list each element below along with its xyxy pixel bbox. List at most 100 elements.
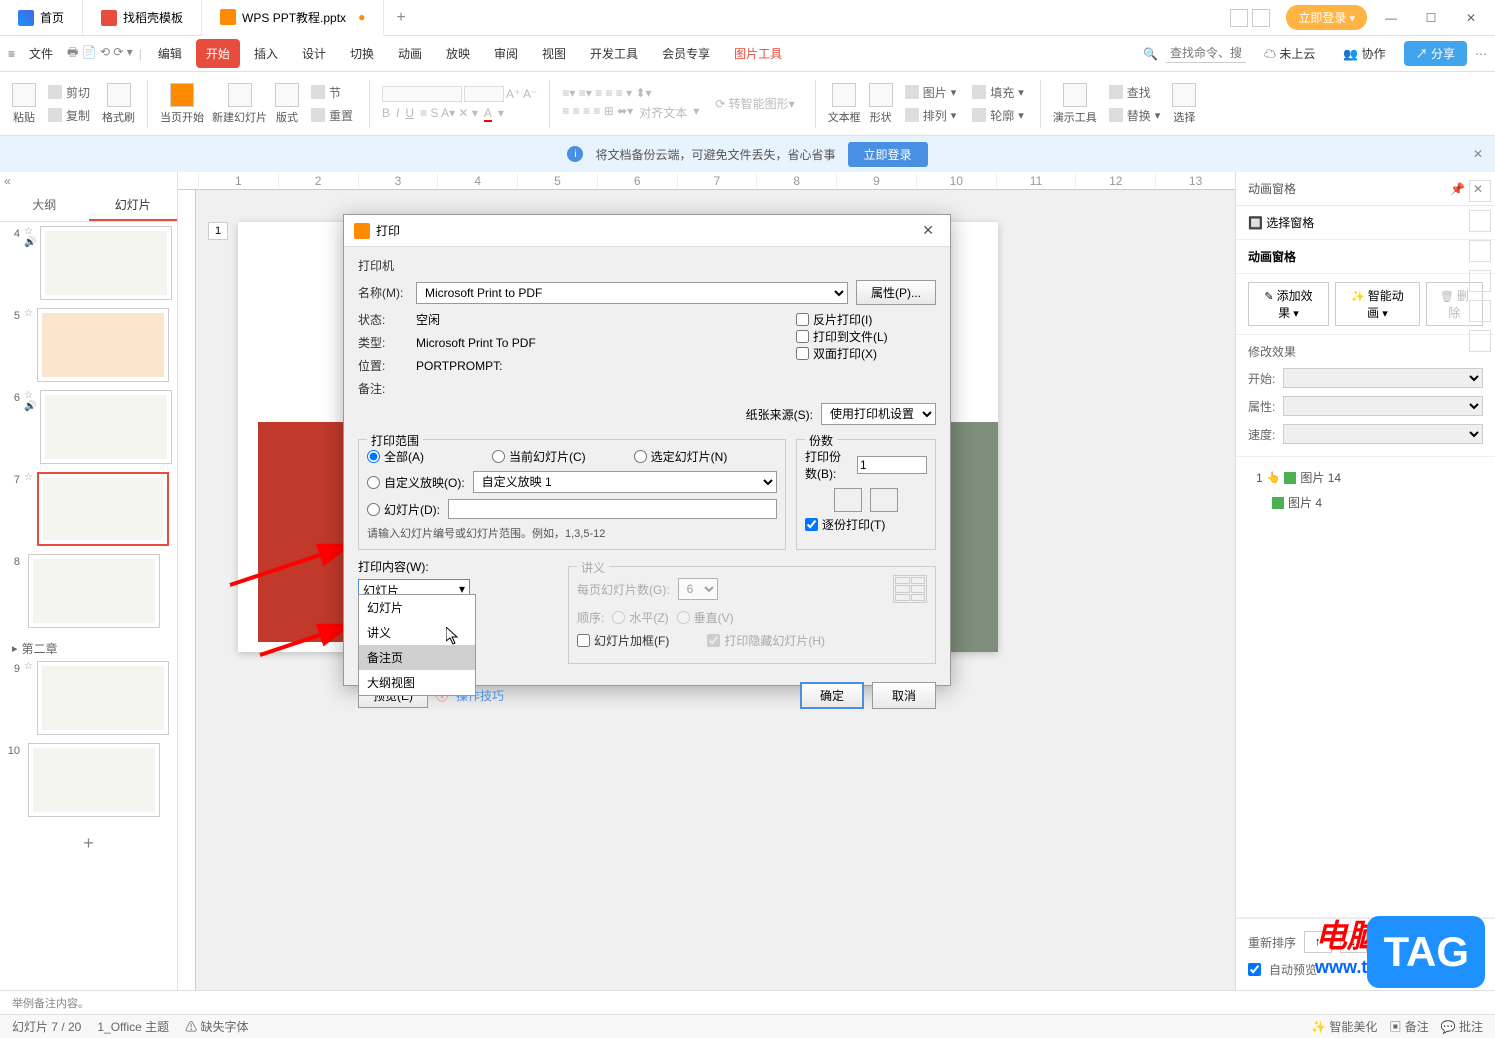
- slide-thumb-9[interactable]: 9☆: [4, 661, 173, 735]
- menu-member[interactable]: 会员专享: [652, 39, 720, 68]
- cut-button[interactable]: 剪切: [44, 82, 94, 103]
- status-missing-font[interactable]: ⚠ 缺失字体: [185, 1018, 248, 1035]
- notes-toggle[interactable]: ▣ 备注: [1389, 1018, 1428, 1035]
- add-slide-button[interactable]: +: [4, 825, 173, 862]
- section-button[interactable]: 节: [307, 82, 357, 103]
- smart-graphic-button[interactable]: ⟳ 转智能图形▾: [707, 95, 802, 112]
- menu-animation[interactable]: 动画: [388, 39, 432, 68]
- side-icon-3[interactable]: [1469, 240, 1491, 262]
- smart-anim-button[interactable]: ✨ 智能动画 ▾: [1335, 282, 1420, 326]
- start-select[interactable]: [1283, 368, 1483, 388]
- menu-view[interactable]: 视图: [532, 39, 576, 68]
- copies-spinner[interactable]: [857, 456, 927, 474]
- slide-thumb-5[interactable]: 5☆: [4, 308, 173, 382]
- layout-button[interactable]: 版式: [275, 83, 299, 125]
- paste-button[interactable]: 粘贴: [12, 83, 36, 125]
- ok-button[interactable]: 确定: [800, 682, 864, 709]
- side-icon-1[interactable]: [1469, 180, 1491, 202]
- anim-tree-item[interactable]: 图片 4: [1248, 490, 1483, 515]
- custom-show-select[interactable]: 自定义放映 1: [473, 471, 777, 493]
- app-menu-icon[interactable]: ≡: [8, 47, 15, 61]
- new-slide-button[interactable]: 新建幻灯片: [212, 83, 267, 125]
- maximize-button[interactable]: ☐: [1415, 6, 1447, 30]
- menu-devtools[interactable]: 开发工具: [580, 39, 648, 68]
- reverse-print-checkbox[interactable]: 反片打印(I): [796, 311, 936, 328]
- info-close-button[interactable]: ✕: [1473, 147, 1483, 161]
- menu-file[interactable]: 文件: [19, 39, 63, 68]
- find-button[interactable]: 查找: [1105, 82, 1165, 103]
- range-custom-radio[interactable]: 自定义放映(O):: [367, 474, 465, 491]
- side-icon-5[interactable]: [1469, 300, 1491, 322]
- slide-thumb-4[interactable]: 4☆🔊: [4, 226, 173, 300]
- tab-outline[interactable]: 大纲: [0, 190, 89, 221]
- pin-icon[interactable]: 📌: [1450, 182, 1465, 196]
- replace-button[interactable]: 替换▾: [1105, 105, 1165, 126]
- comments-toggle[interactable]: 💬 批注: [1441, 1018, 1483, 1035]
- demo-tools-button[interactable]: 演示工具: [1053, 83, 1097, 125]
- properties-button[interactable]: 属性(P)...: [856, 280, 936, 305]
- cancel-button[interactable]: 取消: [872, 682, 936, 709]
- collate-checkbox[interactable]: 逐份打印(T): [805, 516, 927, 533]
- speed-select[interactable]: [1283, 424, 1483, 444]
- arrange-button[interactable]: 排列▾: [901, 105, 961, 126]
- range-current-radio[interactable]: 当前幻灯片(C): [492, 448, 586, 465]
- menu-slideshow[interactable]: 放映: [436, 39, 480, 68]
- more-menu[interactable]: ⋯: [1475, 47, 1487, 61]
- shape-button[interactable]: 形状: [869, 83, 893, 125]
- paper-source-select[interactable]: 使用打印机设置: [821, 403, 936, 425]
- reset-button[interactable]: 重置: [307, 105, 357, 126]
- coop-button[interactable]: 👥 协作: [1333, 39, 1395, 68]
- tab-home[interactable]: 首页: [0, 0, 83, 36]
- info-login-button[interactable]: 立即登录: [848, 142, 928, 167]
- minimize-button[interactable]: —: [1375, 6, 1407, 30]
- range-slides-radio[interactable]: 幻灯片(D):: [367, 501, 440, 518]
- dd-outline-view[interactable]: 大纲视图: [359, 670, 475, 695]
- dd-slides[interactable]: 幻灯片: [359, 595, 475, 620]
- menu-transition[interactable]: 切换: [340, 39, 384, 68]
- side-icon-2[interactable]: [1469, 210, 1491, 232]
- from-current-button[interactable]: 当页开始: [160, 83, 204, 125]
- menu-picture-tools[interactable]: 图片工具: [724, 39, 792, 68]
- section-header[interactable]: ▸ 第二章: [4, 636, 173, 661]
- frame-checkbox[interactable]: 幻灯片加框(F): [577, 632, 669, 649]
- tab-slides[interactable]: 幻灯片: [89, 190, 178, 221]
- dialog-close-button[interactable]: ✕: [916, 222, 940, 239]
- menu-edit[interactable]: 编辑: [148, 39, 192, 68]
- property-select[interactable]: [1283, 396, 1483, 416]
- auto-preview-checkbox[interactable]: [1248, 963, 1261, 976]
- format-painter-button[interactable]: 格式刷: [102, 83, 135, 125]
- add-tab-button[interactable]: +: [384, 9, 417, 27]
- picture-button[interactable]: 图片▾: [901, 82, 961, 103]
- cloud-status[interactable]: ☁ 未上云: [1254, 39, 1325, 68]
- menu-start[interactable]: 开始: [196, 39, 240, 68]
- slide-thumb-7[interactable]: 7☆: [4, 472, 173, 546]
- textbox-button[interactable]: 文本框: [828, 83, 861, 125]
- range-all-radio[interactable]: 全部(A): [367, 448, 424, 465]
- slide-thumb-10[interactable]: 10: [4, 743, 173, 817]
- menu-insert[interactable]: 插入: [244, 39, 288, 68]
- smart-beautify-button[interactable]: ✨ 智能美化: [1311, 1018, 1377, 1035]
- close-button[interactable]: ✕: [1455, 6, 1487, 30]
- align-text-button[interactable]: 对齐文本: [639, 104, 687, 121]
- outline-button[interactable]: 轮廓▾: [968, 105, 1028, 126]
- fill-button[interactable]: 填充▾: [968, 82, 1028, 103]
- side-icon-4[interactable]: [1469, 270, 1491, 292]
- tab-template[interactable]: 找稻壳模板: [83, 0, 202, 36]
- login-button[interactable]: 立即登录 ▾: [1286, 5, 1367, 30]
- select-button[interactable]: 选择: [1172, 83, 1196, 125]
- print-to-file-checkbox[interactable]: 打印到文件(L): [796, 328, 936, 345]
- select-window-button[interactable]: 🔲 选择窗格: [1248, 216, 1314, 230]
- slides-range-input[interactable]: [448, 499, 777, 519]
- anim-tree-item[interactable]: 1 👆 图片 14: [1248, 465, 1483, 490]
- slides-list[interactable]: 4☆🔊 5☆ 6☆🔊 7☆ 8 ▸ 第二章 9☆ 10 +: [0, 222, 177, 990]
- copy-button[interactable]: 复制: [44, 105, 94, 126]
- toolbar-quick-icons[interactable]: 🖶 📄 ⟲ ⟳ ▾: [67, 43, 133, 64]
- layout-icons[interactable]: [1222, 9, 1278, 27]
- tab-document[interactable]: WPS PPT教程.pptx●: [202, 0, 384, 36]
- slide-thumb-6[interactable]: 6☆🔊: [4, 390, 173, 464]
- menu-review[interactable]: 审阅: [484, 39, 528, 68]
- menu-design[interactable]: 设计: [292, 39, 336, 68]
- sidebar-collapse[interactable]: «: [4, 174, 11, 188]
- add-effect-button[interactable]: ✎ 添加效果 ▾: [1248, 282, 1329, 326]
- command-search-input[interactable]: [1166, 44, 1246, 63]
